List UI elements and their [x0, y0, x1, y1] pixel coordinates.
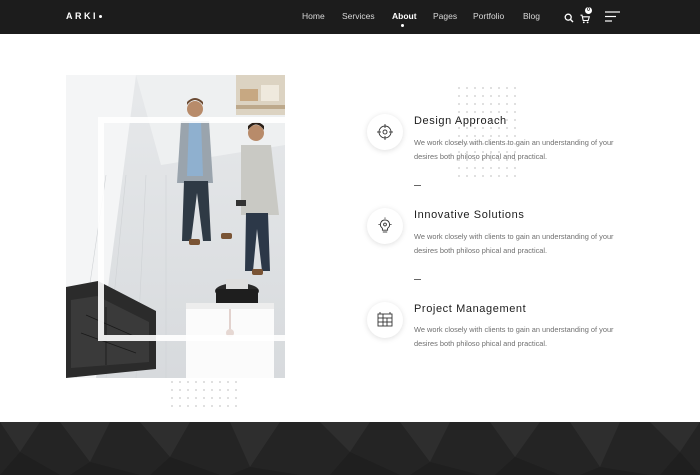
feature-text-innovative-solutions: We work closely with clients to gain an …	[414, 232, 614, 255]
nav-item-home[interactable]: Home	[302, 11, 325, 21]
innovative-solutions-icon	[367, 208, 403, 244]
photo-overlay-frame	[98, 117, 314, 341]
cart-count-badge: 0	[585, 7, 592, 14]
nav-item-portfolio[interactable]: Portfolio	[473, 11, 504, 21]
main-menu: Home Services About Pages Portfolio Blog	[0, 11, 700, 25]
nav-item-about[interactable]: About	[392, 11, 417, 21]
top-navbar: ARKI Home Services About Pages Portfolio…	[0, 0, 700, 34]
search-icon[interactable]	[564, 10, 574, 28]
project-management-icon	[367, 302, 403, 338]
dot-pattern-bottom	[168, 378, 240, 408]
nav-item-pages[interactable]: Pages	[433, 11, 457, 21]
feature-title-innovative-solutions: Innovative Solutions	[414, 209, 525, 221]
active-nav-indicator	[401, 24, 404, 27]
feature-text-project-management: We work closely with clients to gain an …	[414, 325, 614, 348]
dark-footer-band	[0, 422, 700, 475]
feature-title-project-management: Project Management	[414, 303, 527, 315]
design-approach-icon	[367, 114, 403, 150]
feature-title-design-approach: Design Approach	[414, 115, 507, 127]
feature-separator	[414, 279, 421, 280]
dot-pattern-top	[455, 84, 521, 182]
feature-text-design-approach: We work closely with clients to gain an …	[414, 138, 614, 161]
nav-item-blog[interactable]: Blog	[523, 11, 540, 21]
nav-item-services[interactable]: Services	[342, 11, 375, 21]
hamburger-menu-icon[interactable]	[605, 10, 620, 28]
feature-separator	[414, 185, 421, 186]
